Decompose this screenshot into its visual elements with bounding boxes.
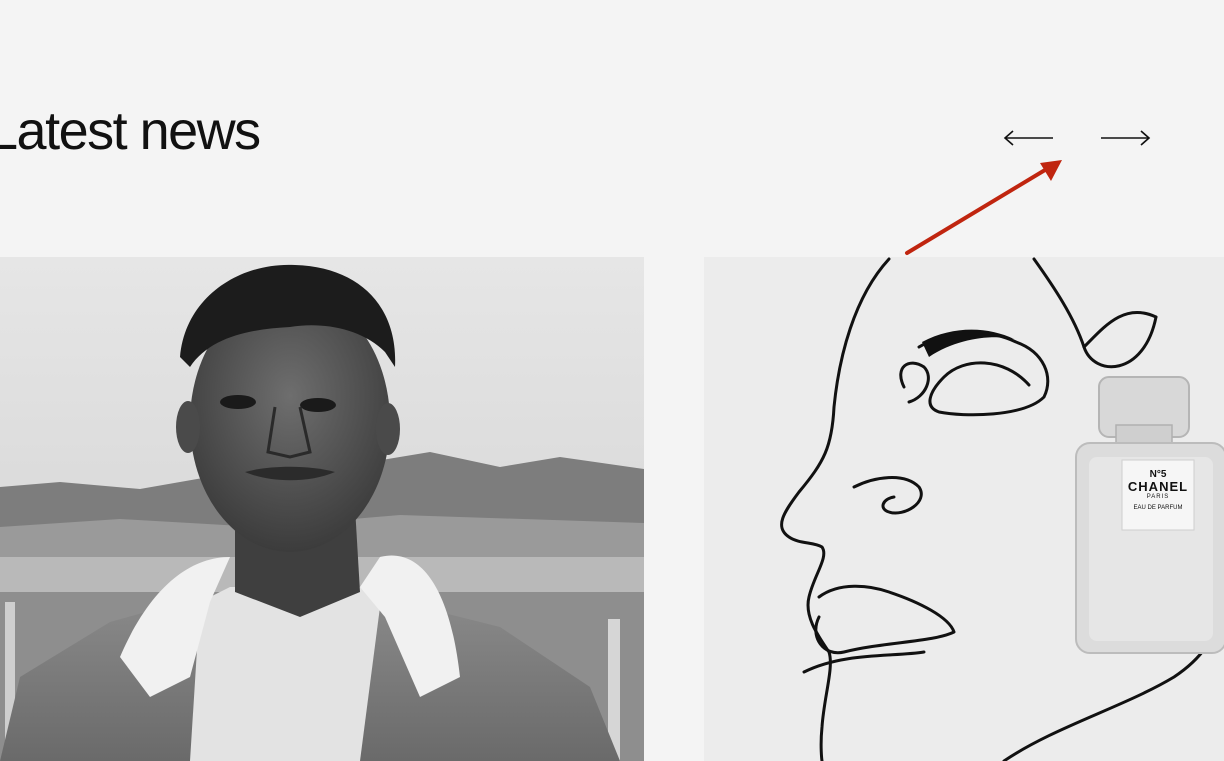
section-title: Latest news xyxy=(0,101,261,161)
arrow-left-icon xyxy=(1003,130,1053,146)
portrait-photo-image xyxy=(0,257,644,761)
carousel-prev-button[interactable] xyxy=(1002,121,1054,155)
latest-news-section: Latest news N°5 CHANEL PARIS EAU DE PARF… xyxy=(0,0,1224,761)
news-card-2[interactable]: N°5 CHANEL PARIS EAU DE PARFUM xyxy=(704,257,1224,761)
arrow-right-icon xyxy=(1101,130,1151,146)
perfume-label-brand: CHANEL xyxy=(1127,479,1189,494)
carousel-next-button[interactable] xyxy=(1100,121,1152,155)
perfume-label: N°5 CHANEL PARIS EAU DE PARFUM xyxy=(1122,463,1194,511)
news-card-1[interactable] xyxy=(0,257,644,761)
perfume-label-city: PARIS xyxy=(1146,494,1170,501)
perfume-label-type: EAU DE PARFUM xyxy=(1133,504,1183,511)
